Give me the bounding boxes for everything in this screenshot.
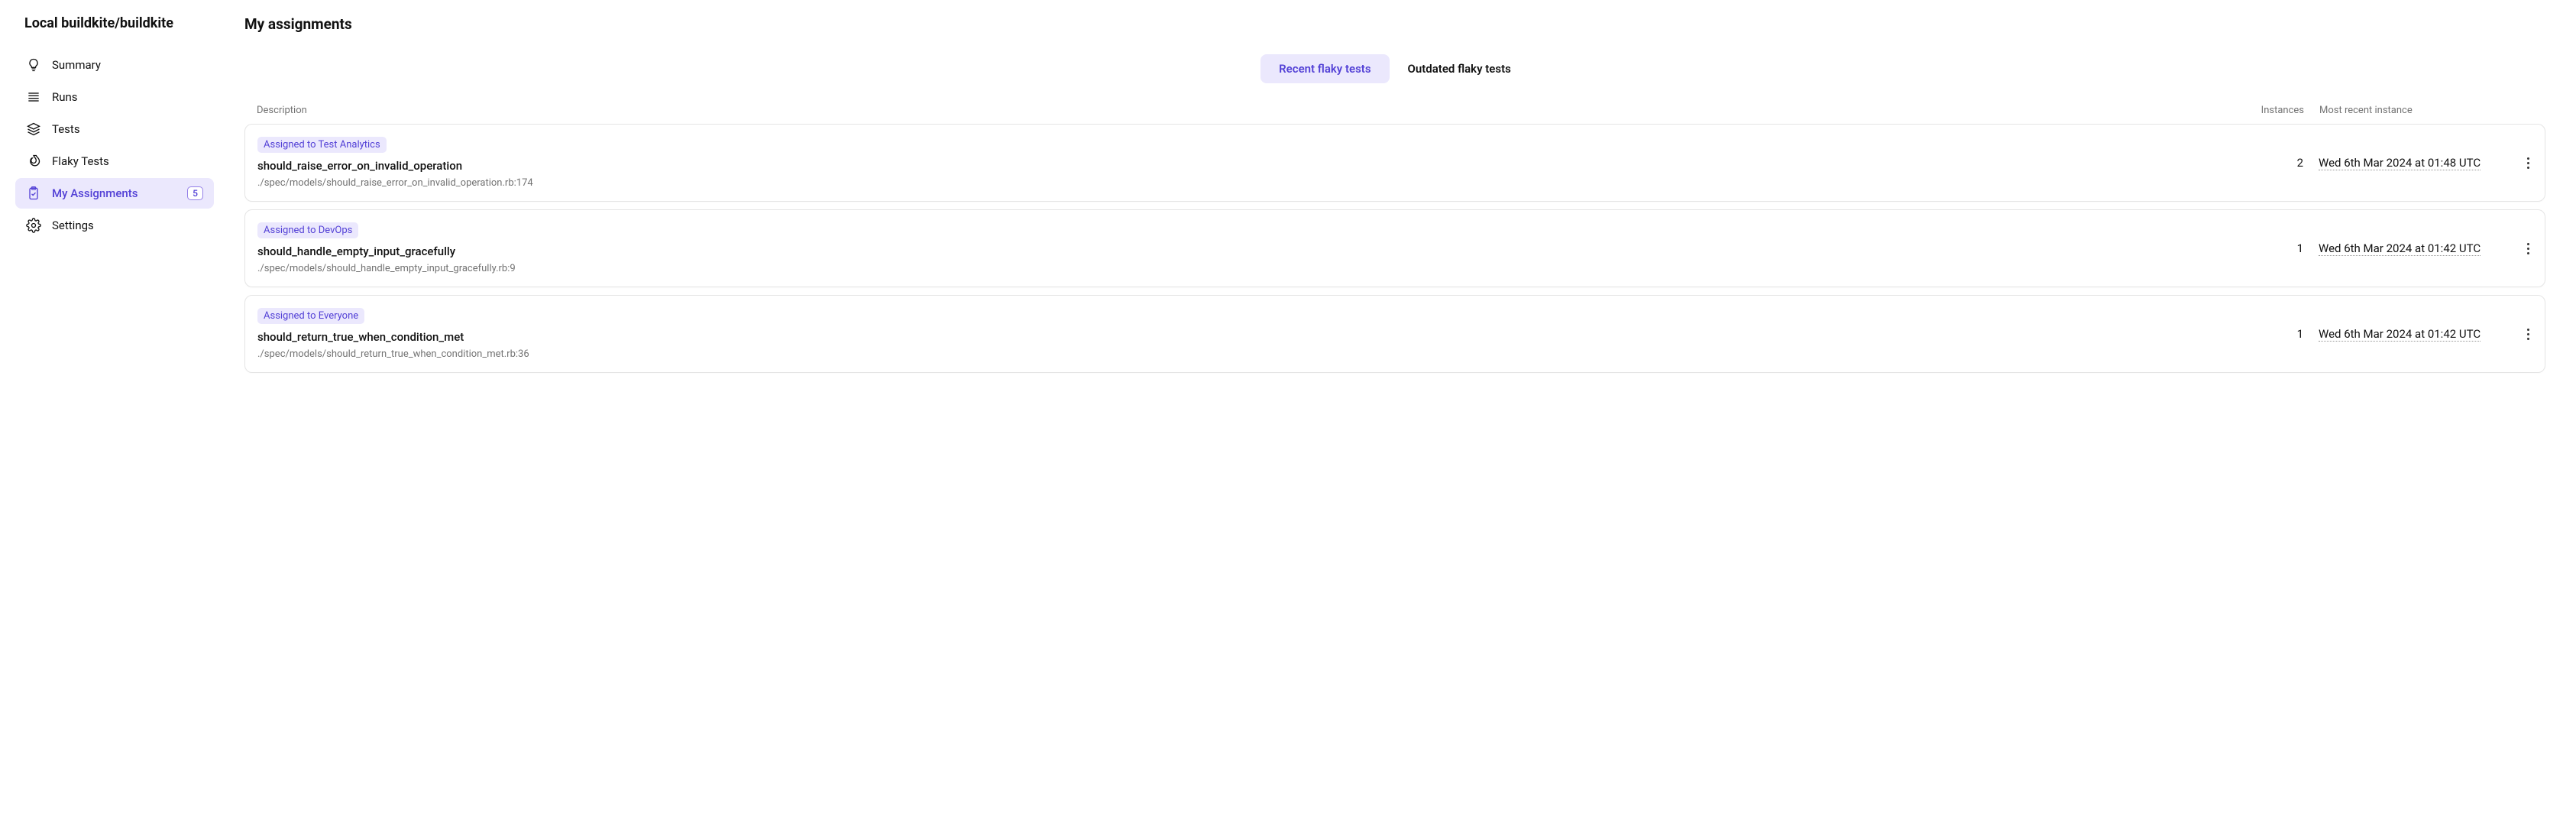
clipboard-check-icon bbox=[26, 186, 41, 201]
test-recent-text: Wed 6th Mar 2024 at 01:42 UTC bbox=[2319, 241, 2481, 256]
assigned-badge: Assigned to Everyone bbox=[257, 308, 364, 324]
sidebar-item-label: Flaky Tests bbox=[52, 154, 203, 168]
sidebar-item-label: Runs bbox=[52, 90, 203, 104]
assigned-badge: Assigned to DevOps bbox=[257, 222, 358, 238]
sidebar-item-flaky-tests[interactable]: Flaky Tests bbox=[15, 146, 214, 177]
column-most-recent: Most recent instance bbox=[2304, 105, 2503, 116]
test-row-main: Assigned to DevOps should_handle_empty_i… bbox=[257, 222, 2242, 274]
sidebar-item-runs[interactable]: Runs bbox=[15, 82, 214, 112]
tab-outdated-flaky[interactable]: Outdated flaky tests bbox=[1390, 54, 1529, 83]
test-recent: Wed 6th Mar 2024 at 01:48 UTC bbox=[2303, 156, 2502, 170]
column-instances: Instances bbox=[2243, 105, 2304, 116]
kebab-menu-icon[interactable] bbox=[2524, 326, 2532, 343]
tab-recent-flaky[interactable]: Recent flaky tests bbox=[1260, 54, 1389, 83]
test-instances: 1 bbox=[2242, 327, 2303, 341]
sidebar: Local buildkite/buildkite Summary Runs T… bbox=[0, 0, 214, 813]
assigned-badge: Assigned to Test Analytics bbox=[257, 137, 387, 153]
test-row[interactable]: Assigned to Everyone should_return_true_… bbox=[244, 295, 2545, 373]
test-recent: Wed 6th Mar 2024 at 01:42 UTC bbox=[2303, 327, 2502, 341]
runs-icon bbox=[26, 89, 41, 105]
test-row[interactable]: Assigned to DevOps should_handle_empty_i… bbox=[244, 209, 2545, 287]
tabs: Recent flaky tests Outdated flaky tests bbox=[244, 54, 2545, 83]
test-path: ./spec/models/should_return_true_when_co… bbox=[257, 348, 2242, 360]
table-header: Description Instances Most recent instan… bbox=[244, 105, 2545, 124]
test-actions bbox=[2502, 154, 2532, 172]
gear-icon bbox=[26, 218, 41, 233]
test-recent: Wed 6th Mar 2024 at 01:42 UTC bbox=[2303, 241, 2502, 255]
sidebar-item-settings[interactable]: Settings bbox=[15, 210, 214, 241]
lightbulb-icon bbox=[26, 57, 41, 73]
sidebar-item-label: Tests bbox=[52, 122, 203, 136]
kebab-menu-icon[interactable] bbox=[2524, 154, 2532, 172]
sidebar-title: Local buildkite/buildkite bbox=[15, 15, 214, 31]
test-recent-text: Wed 6th Mar 2024 at 01:42 UTC bbox=[2319, 327, 2481, 342]
test-name: should_return_true_when_condition_met bbox=[257, 330, 2242, 344]
sidebar-item-label: Summary bbox=[52, 58, 203, 72]
test-instances: 2 bbox=[2242, 156, 2303, 170]
stack-icon bbox=[26, 121, 41, 137]
sidebar-nav: Summary Runs Tests Flaky Tests My Assign bbox=[15, 50, 214, 241]
assignments-count-badge: 5 bbox=[187, 186, 203, 200]
sidebar-item-label: Settings bbox=[52, 219, 203, 232]
test-row-main: Assigned to Test Analytics should_raise_… bbox=[257, 137, 2242, 189]
test-path: ./spec/models/should_raise_error_on_inva… bbox=[257, 177, 2242, 189]
column-description: Description bbox=[257, 105, 2243, 116]
main-content: My assignments Recent flaky tests Outdat… bbox=[214, 0, 2576, 813]
test-path: ./spec/models/should_handle_empty_input_… bbox=[257, 263, 2242, 274]
sidebar-item-my-assignments[interactable]: My Assignments 5 bbox=[15, 178, 214, 209]
test-actions bbox=[2502, 240, 2532, 258]
test-name: should_raise_error_on_invalid_operation bbox=[257, 159, 2242, 173]
test-instances: 1 bbox=[2242, 241, 2303, 255]
test-row[interactable]: Assigned to Test Analytics should_raise_… bbox=[244, 124, 2545, 202]
page-title: My assignments bbox=[244, 15, 2545, 33]
test-actions bbox=[2502, 326, 2532, 343]
sidebar-item-tests[interactable]: Tests bbox=[15, 114, 214, 144]
test-recent-text: Wed 6th Mar 2024 at 01:48 UTC bbox=[2319, 156, 2481, 170]
column-actions bbox=[2503, 105, 2533, 116]
sidebar-item-label: My Assignments bbox=[52, 186, 176, 200]
test-name: should_handle_empty_input_gracefully bbox=[257, 245, 2242, 258]
kebab-menu-icon[interactable] bbox=[2524, 240, 2532, 258]
test-row-main: Assigned to Everyone should_return_true_… bbox=[257, 308, 2242, 360]
flame-icon bbox=[26, 154, 41, 169]
sidebar-item-summary[interactable]: Summary bbox=[15, 50, 214, 80]
